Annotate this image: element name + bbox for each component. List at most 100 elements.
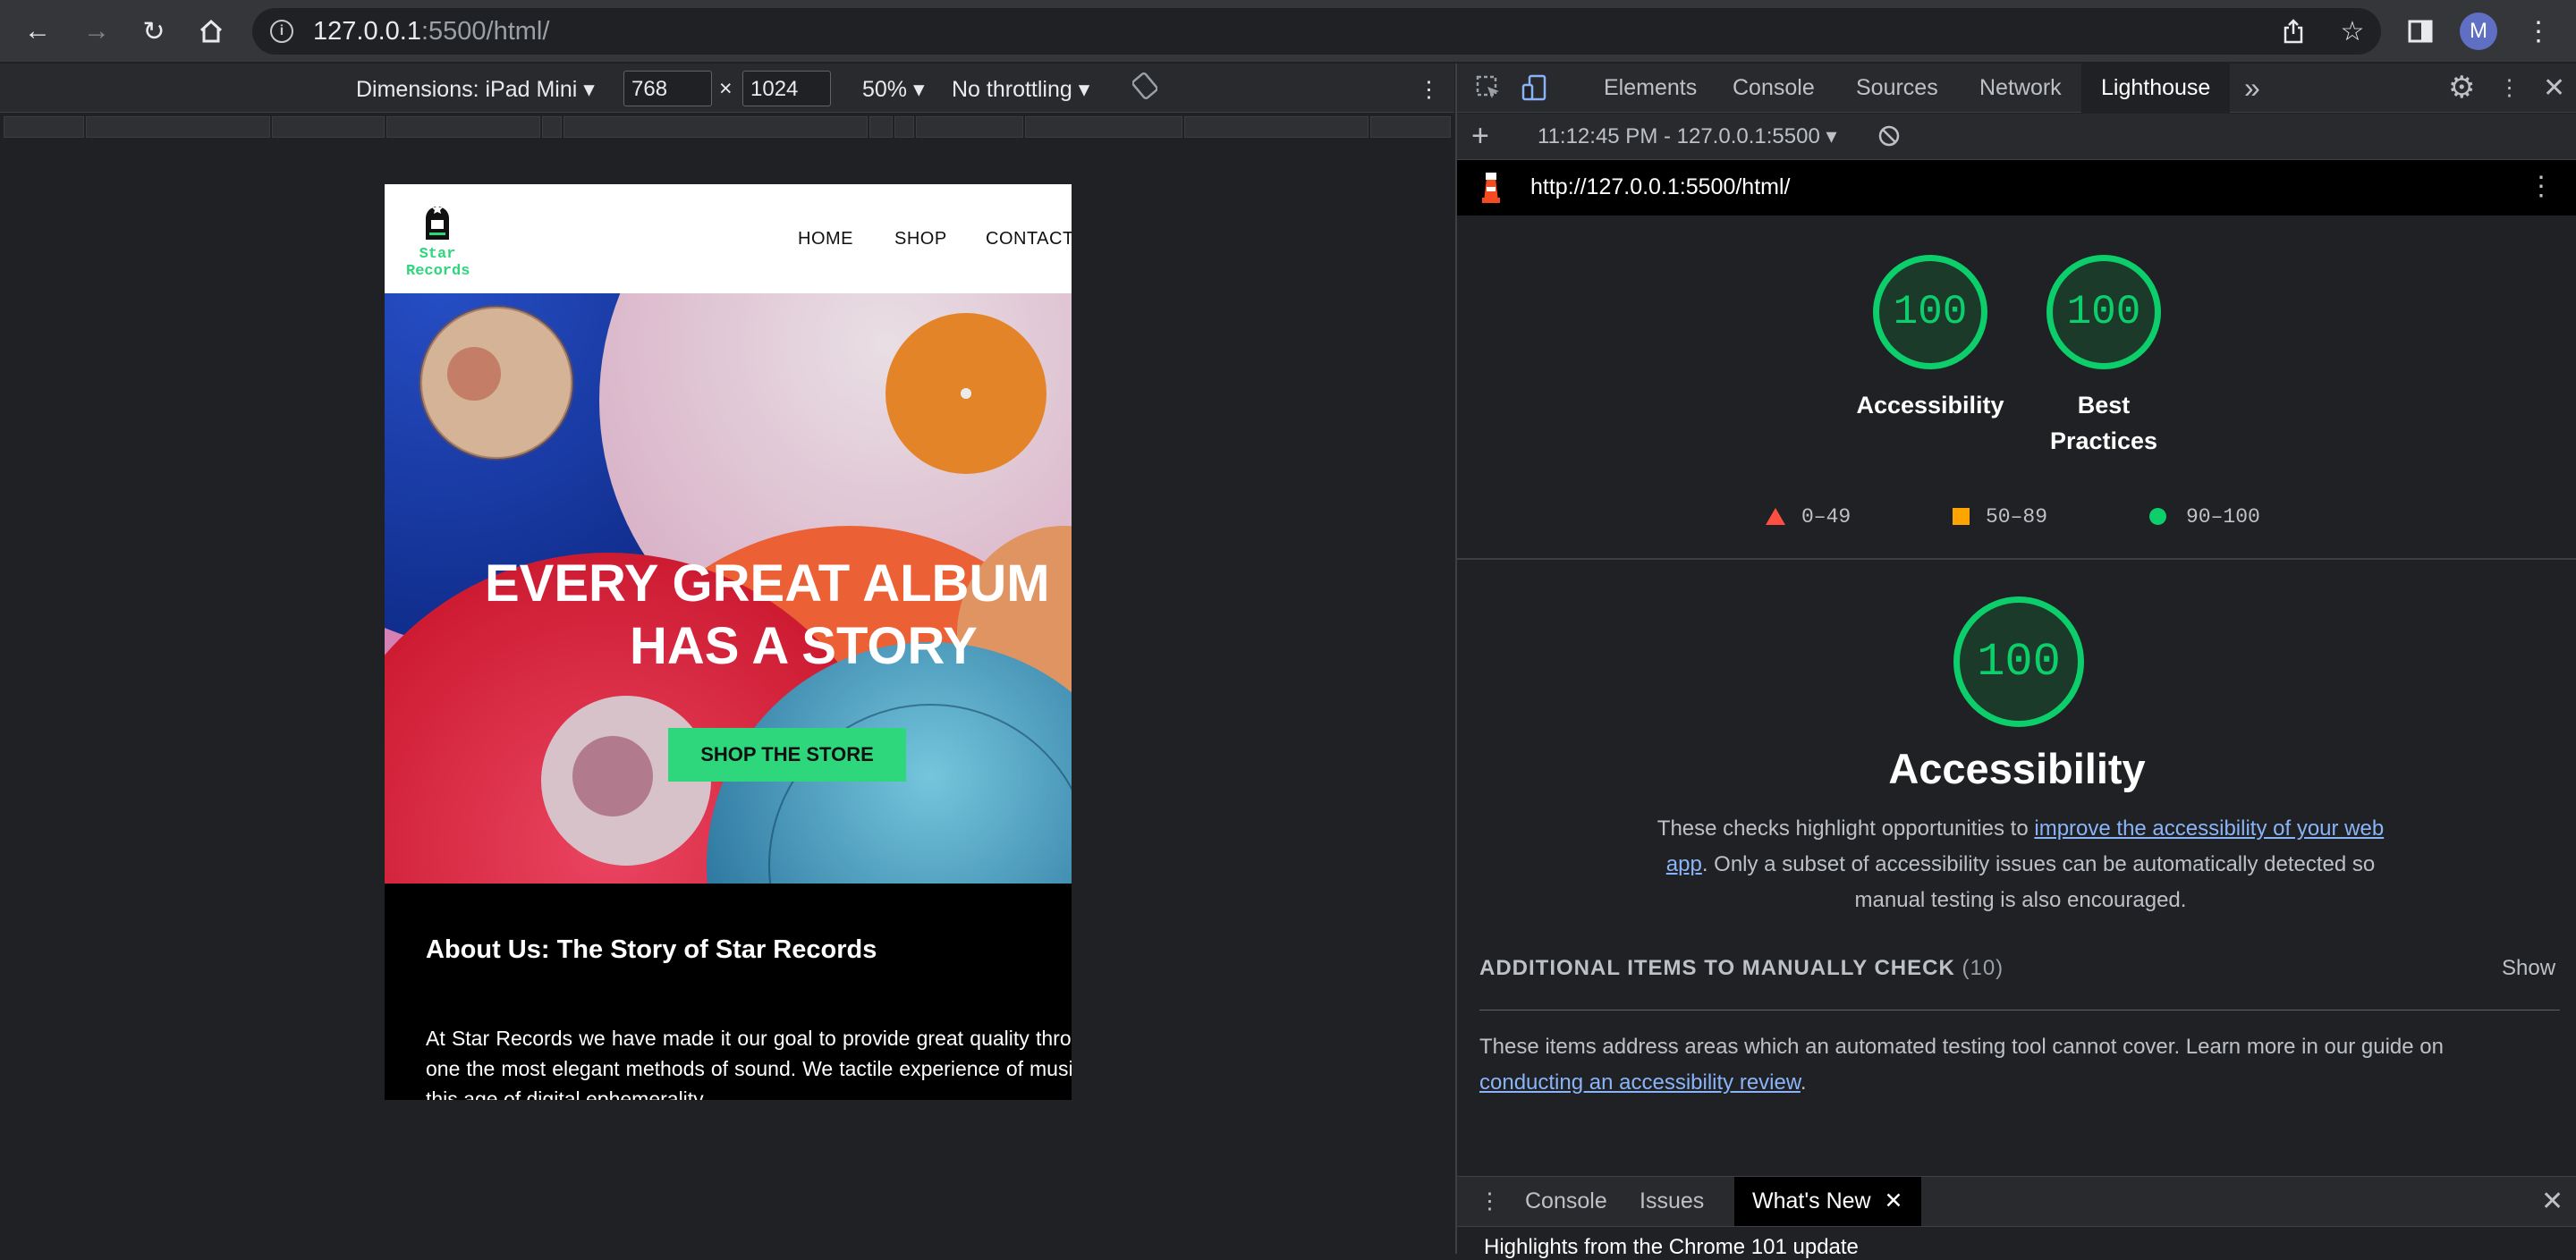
about-section: About Us: The Story of Star Records At S… xyxy=(385,884,1072,1100)
chevron-down-icon: ▾ xyxy=(1826,124,1837,148)
tab-network[interactable]: Network xyxy=(1979,63,2062,113)
height-input[interactable]: 1024 xyxy=(742,71,831,106)
fail-triangle-icon xyxy=(1766,508,1785,526)
zoom-select[interactable]: 50% ▾ xyxy=(862,76,925,103)
site-navbar: Star Records HOME SHOP CONTACT xyxy=(385,184,1072,293)
tab-console[interactable]: Console xyxy=(1733,63,1815,113)
lighthouse-toolbar: + 11:12:45 PM - 127.0.0.1:5500 ▾ xyxy=(1457,114,2576,160)
nav-shop[interactable]: SHOP xyxy=(894,229,947,249)
home-icon[interactable] xyxy=(193,13,229,49)
drawer-tab-whats-new[interactable]: What's New ✕ xyxy=(1734,1177,1921,1226)
zoom-label: 50% xyxy=(862,77,908,102)
jukebox-icon xyxy=(426,204,449,240)
star-records-logo[interactable]: Star Records xyxy=(406,200,470,280)
accessibility-review-link[interactable]: conducting an accessibility review xyxy=(1479,1070,1801,1095)
manual-text-after: . xyxy=(1800,1070,1807,1095)
profile-avatar[interactable]: M xyxy=(2460,13,2497,50)
best-practices-score-gauge[interactable]: 100 xyxy=(2046,255,2161,369)
forward-icon[interactable]: → xyxy=(79,13,114,49)
report-time: 11:12:45 PM - 127.0.0.1:5500 xyxy=(1538,124,1820,148)
category-description: These checks highlight opportunities to … xyxy=(1636,811,2405,918)
throttling-label: No throttling xyxy=(952,77,1072,102)
report-url: http://127.0.0.1:5500/html/ xyxy=(1530,174,1791,199)
dimensions-label: Dimensions: iPad Mini xyxy=(356,77,578,102)
whats-new-label: What's New xyxy=(1752,1188,1871,1213)
hero-banner: EVERY GREAT ALBUM HAS A STORY xyxy=(385,293,1072,884)
hero-line1: EVERY GREAT ALBUM xyxy=(485,554,1050,613)
desc-text-before: These checks highlight opportunities to xyxy=(1657,816,2035,841)
throttling-select[interactable]: No throttling ▾ xyxy=(952,76,1089,103)
legend-average: 50–89 xyxy=(1953,505,2047,529)
category-title: Accessibility xyxy=(1888,745,2146,792)
device-toolbar: Dimensions: iPad Mini ▾ 768 × 1024 50% ▾… xyxy=(0,63,1454,113)
url-host: 127.0.0.1 xyxy=(313,16,421,46)
browser-menu-icon[interactable]: ⋮ xyxy=(2521,13,2556,49)
device-menu-icon[interactable]: ⋮ xyxy=(1418,76,1440,103)
url-path: :5500/html/ xyxy=(420,16,550,46)
best-practices-label-line1: Best xyxy=(2077,392,2131,419)
legend-fail: 0–49 xyxy=(1766,505,1851,529)
side-panel-icon[interactable] xyxy=(2402,13,2438,49)
new-report-plus-icon[interactable]: + xyxy=(1471,112,1489,161)
show-manual-items-button[interactable]: Show xyxy=(2502,956,2555,981)
logo-line1: Star xyxy=(419,246,456,263)
manual-items-header[interactable]: ADDITIONAL ITEMS TO MANUALLY CHECK (10) xyxy=(1479,956,2004,981)
width-input[interactable]: 768 xyxy=(623,71,712,106)
tab-lighthouse[interactable]: Lighthouse xyxy=(2081,63,2231,113)
device-toggle-icon[interactable] xyxy=(1521,74,1548,101)
accessibility-score-gauge[interactable]: 100 xyxy=(1873,255,1987,369)
manual-items-title: ADDITIONAL ITEMS TO MANUALLY CHECK xyxy=(1479,956,1955,980)
pass-circle-icon xyxy=(2149,508,2166,526)
browser-toolbar: ← → ↻ i 127.0.0.1:5500/html/ ☆ M ⋮ xyxy=(0,0,2576,63)
legend-average-range: 50–89 xyxy=(1986,505,2048,529)
drawer-menu-icon[interactable]: ⋮ xyxy=(1479,1177,1501,1226)
devtools-drawer-tabs: ⋮ Console Issues What's New ✕ ✕ xyxy=(1457,1176,2576,1227)
main-score-gauge: 100 xyxy=(1953,596,2084,727)
nav-home[interactable]: HOME xyxy=(798,229,853,249)
devtools-tab-bar: Elements Console Sources Network Lightho… xyxy=(1457,63,2576,113)
close-tab-icon[interactable]: ✕ xyxy=(1885,1188,1903,1213)
header-underline xyxy=(1479,1010,2560,1011)
address-bar[interactable]: i 127.0.0.1:5500/html/ xyxy=(252,8,2381,55)
desc-text-after: . Only a subset of accessibility issues … xyxy=(1701,852,2376,912)
drawer-tab-issues[interactable]: Issues xyxy=(1640,1177,1704,1226)
chevron-down-icon: ▾ xyxy=(1078,77,1090,102)
back-icon[interactable]: ← xyxy=(20,13,55,49)
close-devtools-icon[interactable]: ✕ xyxy=(2543,63,2565,113)
tab-sources[interactable]: Sources xyxy=(1856,63,1938,113)
whats-new-heading: Highlights from the Chrome 101 update xyxy=(1484,1235,1859,1259)
close-drawer-icon[interactable]: ✕ xyxy=(2541,1177,2563,1226)
about-text: At Star Records we have made it our goal… xyxy=(426,1027,1072,1100)
dimensions-select[interactable]: Dimensions: iPad Mini ▾ xyxy=(356,76,595,103)
devtools-menu-icon[interactable]: ⋮ xyxy=(2498,63,2521,113)
devtools-panel: Elements Console Sources Network Lightho… xyxy=(1455,63,2576,1259)
report-menu-icon[interactable]: ⋮ xyxy=(2528,171,2555,202)
more-tabs-icon[interactable]: » xyxy=(2244,63,2260,113)
report-selector[interactable]: 11:12:45 PM - 127.0.0.1:5500 ▾ xyxy=(1538,112,1837,161)
emulated-page: Star Records HOME SHOP CONTACT EVERY GRE… xyxy=(385,184,1072,1100)
rotate-icon[interactable] xyxy=(1131,72,1158,106)
share-icon[interactable] xyxy=(2275,13,2311,49)
chevron-down-icon: ▾ xyxy=(583,77,595,102)
bookmark-star-icon[interactable]: ☆ xyxy=(2334,13,2370,49)
tab-elements[interactable]: Elements xyxy=(1604,63,1697,113)
media-query-bar[interactable] xyxy=(0,114,1454,143)
lighthouse-icon xyxy=(1479,171,1504,209)
nav-contact[interactable]: CONTACT xyxy=(986,229,1072,249)
reload-icon[interactable]: ↻ xyxy=(136,13,172,49)
shop-the-store-button[interactable]: SHOP THE STORE xyxy=(668,728,906,782)
inspect-element-icon[interactable] xyxy=(1475,74,1502,101)
legend-pass: 90–100 xyxy=(2149,505,2260,529)
clear-reports-icon[interactable] xyxy=(1877,124,1901,151)
logo-line2: Records xyxy=(406,263,470,280)
drawer-tab-console[interactable]: Console xyxy=(1525,1177,1607,1226)
settings-gear-icon[interactable]: ⚙ xyxy=(2448,63,2475,113)
hero-heading: EVERY GREAT ALBUM HAS A STORY xyxy=(411,553,1072,678)
about-title: About Us: The Story of Star Records xyxy=(426,935,877,964)
manual-text-before: These items address areas which an autom… xyxy=(1479,1035,2444,1059)
dimension-times: × xyxy=(719,76,733,101)
section-divider xyxy=(1457,558,2576,560)
site-info-icon[interactable]: i xyxy=(270,20,293,43)
average-square-icon xyxy=(1953,508,1970,526)
manual-items-count: (10) xyxy=(1962,956,2004,980)
